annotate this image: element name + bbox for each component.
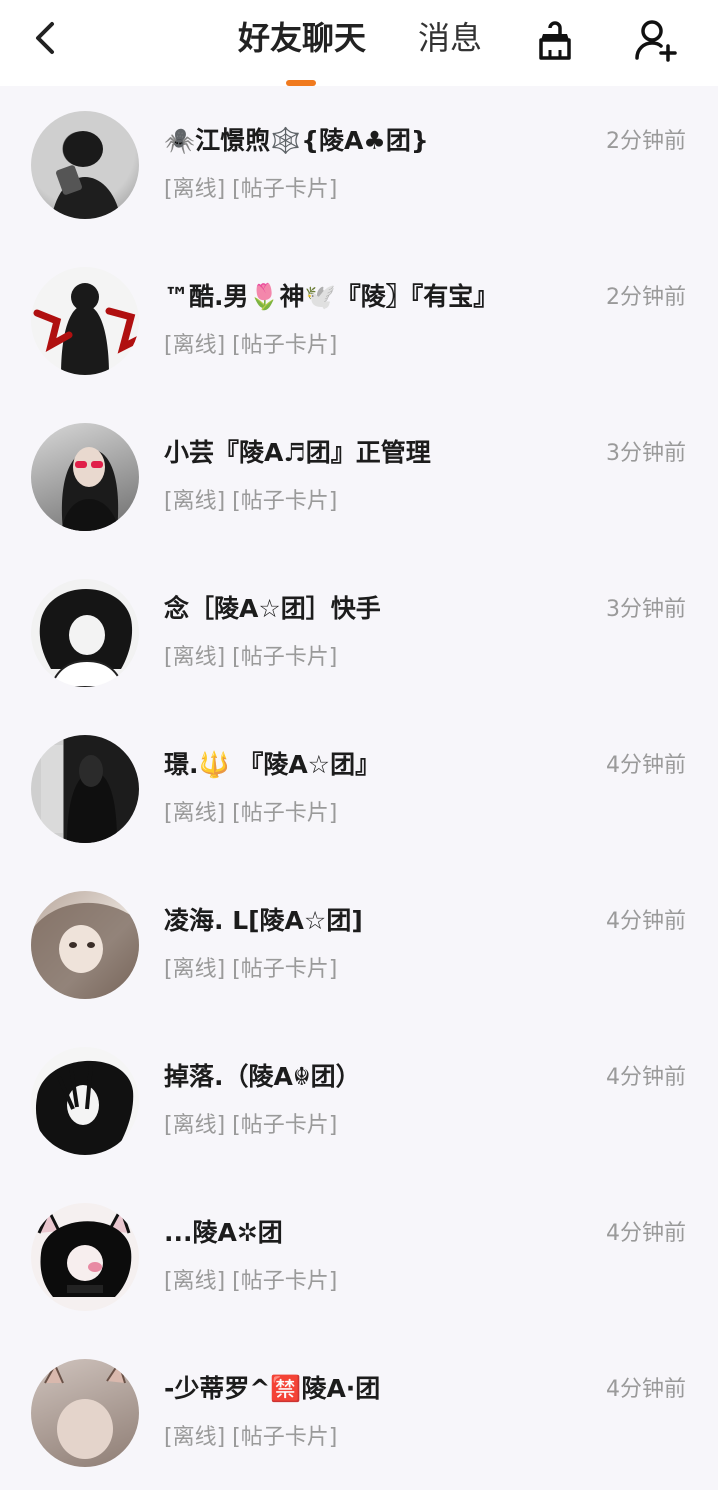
- status-text: [离线] [帖子卡片]: [164, 489, 338, 514]
- avatar[interactable]: [31, 1203, 139, 1311]
- avatar[interactable]: [31, 111, 139, 219]
- contact-name: 小芸『陵A♬团』正管理: [164, 438, 431, 467]
- chat-list-item[interactable]: 掉落.（陵A☬团） [离线] [帖子卡片] 4分钟前: [0, 1022, 718, 1178]
- chat-list-item[interactable]: -少蒂罗^🈲陵A·团 [离线] [帖子卡片] 4分钟前: [0, 1334, 718, 1490]
- broom-icon: [539, 21, 571, 60]
- avatar[interactable]: [31, 267, 139, 375]
- chat-list-item[interactable]: ...陵A✲团 [离线] [帖子卡片] 4分钟前: [0, 1178, 718, 1334]
- top-nav-bar: 好友聊天 消息: [0, 0, 718, 86]
- contact-name: ™酷.男🌷神🕊️『陵〗『有宝』: [164, 282, 499, 311]
- timestamp: 2分钟前: [606, 285, 686, 310]
- back-button[interactable]: [22, 14, 70, 62]
- timestamp: 3分钟前: [606, 597, 686, 622]
- timestamp: 3分钟前: [606, 441, 686, 466]
- tab-friend-chat[interactable]: 好友聊天: [238, 18, 366, 58]
- chat-list-item[interactable]: 🕷️江憬煦🕸️{陵A♣团} [离线] [帖子卡片] 2分钟前: [0, 86, 718, 242]
- contact-name: 璟.🔱 『陵A☆团』: [164, 750, 381, 779]
- contact-name: 🕷️江憬煦🕸️{陵A♣团}: [164, 126, 429, 155]
- chat-list-item[interactable]: 凌海. L[陵A☆团] [离线] [帖子卡片] 4分钟前: [0, 866, 718, 1022]
- timestamp: 4分钟前: [606, 909, 686, 934]
- chat-list: 🕷️江憬煦🕸️{陵A♣团} [离线] [帖子卡片] 2分钟前 ™酷.男🌷神🕊️『…: [0, 86, 718, 1490]
- contact-name: ...陵A✲团: [164, 1218, 283, 1247]
- timestamp: 4分钟前: [606, 753, 686, 778]
- chat-list-item[interactable]: 璟.🔱 『陵A☆团』 [离线] [帖子卡片] 4分钟前: [0, 710, 718, 866]
- status-text: [离线] [帖子卡片]: [164, 1113, 338, 1138]
- avatar[interactable]: [31, 1047, 139, 1155]
- contact-name: 凌海. L[陵A☆团]: [164, 906, 363, 935]
- avatar[interactable]: [31, 1359, 139, 1467]
- avatar[interactable]: [31, 735, 139, 843]
- back-arrow-icon: [36, 22, 54, 54]
- chat-list-item[interactable]: ™酷.男🌷神🕊️『陵〗『有宝』 [离线] [帖子卡片] 2分钟前: [0, 242, 718, 398]
- add-friend-icon: [635, 20, 677, 62]
- status-text: [离线] [帖子卡片]: [164, 333, 338, 358]
- add-friend-button[interactable]: [632, 16, 680, 64]
- timestamp: 4分钟前: [606, 1221, 686, 1246]
- status-text: [离线] [帖子卡片]: [164, 645, 338, 670]
- contact-name: -少蒂罗^🈲陵A·团: [164, 1374, 381, 1403]
- contact-name: 念［陵A☆团］快手: [164, 594, 381, 623]
- avatar[interactable]: [31, 579, 139, 687]
- avatar[interactable]: [31, 423, 139, 531]
- clear-button[interactable]: [531, 16, 579, 64]
- status-text: [离线] [帖子卡片]: [164, 1425, 338, 1450]
- tab-messages[interactable]: 消息: [418, 18, 482, 58]
- avatar[interactable]: [31, 891, 139, 999]
- status-text: [离线] [帖子卡片]: [164, 1269, 338, 1294]
- chat-list-item[interactable]: 小芸『陵A♬团』正管理 [离线] [帖子卡片] 3分钟前: [0, 398, 718, 554]
- contact-name: 掉落.（陵A☬团）: [164, 1062, 361, 1091]
- timestamp: 4分钟前: [606, 1377, 686, 1402]
- timestamp: 2分钟前: [606, 129, 686, 154]
- status-text: [离线] [帖子卡片]: [164, 177, 338, 202]
- status-text: [离线] [帖子卡片]: [164, 801, 338, 826]
- chat-list-item[interactable]: 念［陵A☆团］快手 [离线] [帖子卡片] 3分钟前: [0, 554, 718, 710]
- status-text: [离线] [帖子卡片]: [164, 957, 338, 982]
- timestamp: 4分钟前: [606, 1065, 686, 1090]
